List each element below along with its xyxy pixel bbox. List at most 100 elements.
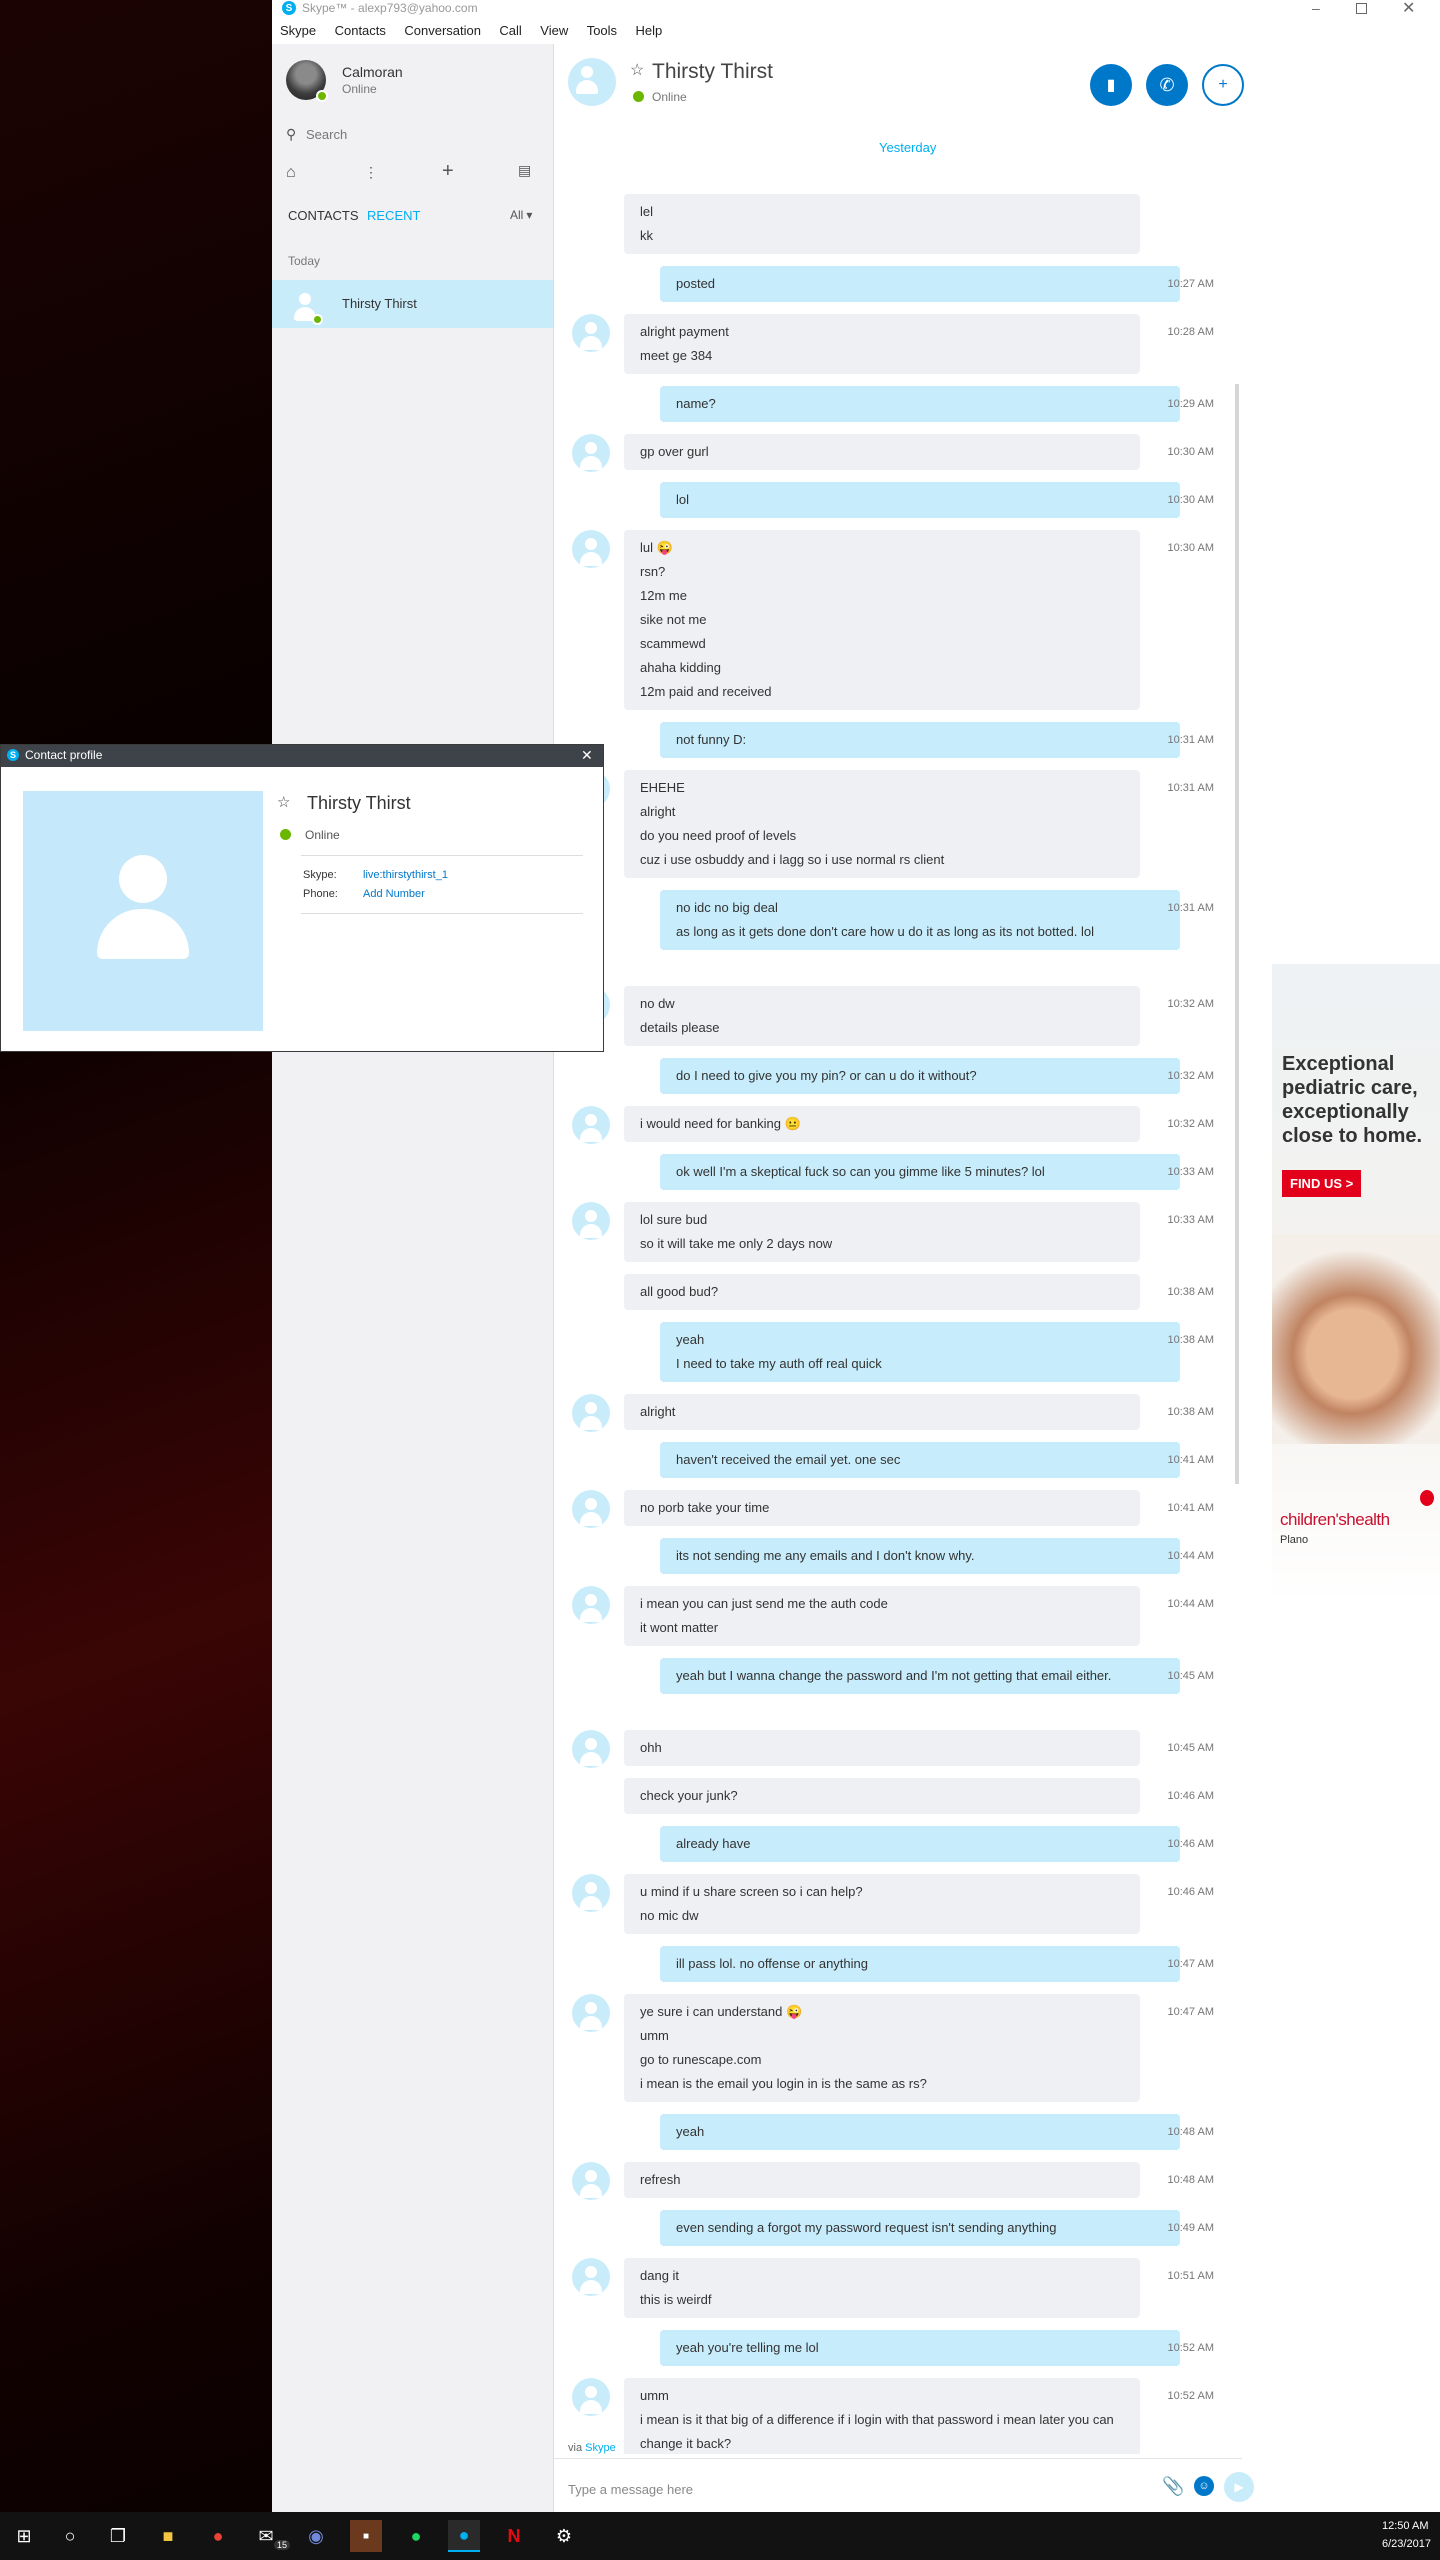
incoming-message[interactable]: all good bud?: [624, 1274, 1140, 1310]
ad-banner[interactable]: Exceptional pediatric care, exceptionall…: [1272, 964, 1440, 1604]
search-input[interactable]: Search: [306, 127, 347, 142]
profile-skype-value[interactable]: live:thirstythirst_1: [363, 869, 448, 881]
send-button[interactable]: ▶: [1224, 2472, 1254, 2502]
message-avatar[interactable]: [572, 1874, 610, 1912]
attach-file-icon[interactable]: 📎: [1162, 2476, 1184, 2497]
search-box[interactable]: ⚲ Search: [282, 122, 544, 148]
message-avatar[interactable]: [572, 1490, 610, 1528]
user-name[interactable]: Calmoran: [342, 64, 403, 80]
dialpad-icon[interactable]: ⋮: [364, 164, 378, 181]
tab-recent[interactable]: RECENT: [367, 208, 420, 223]
clock-date[interactable]: 6/23/2017: [1382, 2538, 1431, 2550]
message-avatar[interactable]: [572, 1730, 610, 1768]
outgoing-message[interactable]: do I need to give you my pin? or can u d…: [660, 1058, 1180, 1094]
audio-call-button[interactable]: ✆: [1146, 64, 1188, 106]
outgoing-message[interactable]: yeah I need to take my auth off real quic…: [660, 1322, 1180, 1382]
spotify-icon[interactable]: ●: [400, 2520, 432, 2552]
outgoing-message[interactable]: already have: [660, 1826, 1180, 1862]
filter-dropdown[interactable]: All ▾: [510, 208, 532, 222]
maximize-icon[interactable]: [1356, 3, 1367, 14]
incoming-message[interactable]: alright: [624, 1394, 1140, 1430]
clock-time[interactable]: 12:50 AM: [1382, 2520, 1428, 2532]
chat-contact-avatar[interactable]: [568, 58, 616, 106]
osbuddy-icon[interactable]: ■: [350, 2520, 382, 2552]
minimize-icon[interactable]: –: [1312, 0, 1320, 16]
settings-gear-icon[interactable]: ⚙: [548, 2520, 580, 2552]
add-people-button[interactable]: +: [1202, 64, 1244, 106]
video-call-button[interactable]: ▮: [1090, 64, 1132, 106]
message-avatar[interactable]: [572, 1394, 610, 1432]
menu-call[interactable]: Call: [499, 23, 521, 38]
incoming-message[interactable]: check your junk?: [624, 1778, 1140, 1814]
outgoing-message[interactable]: no idc no big deal as long as it gets don…: [660, 890, 1180, 950]
incoming-message[interactable]: no porb take your time: [624, 1490, 1140, 1526]
add-icon[interactable]: +: [442, 160, 454, 183]
incoming-message[interactable]: no dw details please: [624, 986, 1140, 1046]
menu-help[interactable]: Help: [636, 23, 663, 38]
user-status[interactable]: Online: [342, 82, 377, 96]
incoming-message[interactable]: refresh: [624, 2162, 1140, 2198]
favorite-star-icon[interactable]: ☆: [630, 60, 644, 80]
task-view-icon[interactable]: ❐: [102, 2520, 134, 2552]
incoming-message[interactable]: alright payment meet ge 384: [624, 314, 1140, 374]
menu-skype[interactable]: Skype: [280, 23, 316, 38]
outgoing-message[interactable]: yeah you're telling me lol: [660, 2330, 1180, 2366]
incoming-message[interactable]: dang it this is weirdf: [624, 2258, 1140, 2318]
close-window-icon[interactable]: ✕: [1402, 0, 1415, 18]
chat-contact-name[interactable]: Thirsty Thirst: [652, 60, 773, 84]
message-avatar[interactable]: [572, 1994, 610, 2032]
skype-taskbar-icon[interactable]: ●: [448, 2520, 480, 2552]
home-icon[interactable]: ⌂: [286, 164, 296, 182]
message-avatar[interactable]: [572, 434, 610, 472]
ad-cta-button[interactable]: FIND US >: [1282, 1170, 1362, 1197]
message-avatar[interactable]: [572, 314, 610, 352]
outgoing-message[interactable]: yeah but I wanna change the password and…: [660, 1658, 1180, 1694]
incoming-message[interactable]: ohh: [624, 1730, 1140, 1766]
start-windows-icon[interactable]: ⊞: [8, 2520, 40, 2552]
chrome-icon[interactable]: ●: [202, 2520, 234, 2552]
message-avatar[interactable]: [572, 2162, 610, 2200]
contacts-book-icon[interactable]: ▤: [518, 162, 531, 179]
message-avatar[interactable]: [572, 1106, 610, 1144]
netflix-icon[interactable]: N: [498, 2520, 530, 2552]
outgoing-message[interactable]: not funny D:: [660, 722, 1180, 758]
message-avatar[interactable]: [572, 2378, 610, 2416]
file-explorer-icon[interactable]: ■: [152, 2520, 184, 2552]
tab-contacts[interactable]: CONTACTS: [288, 208, 359, 223]
message-input[interactable]: Type a message here: [568, 2482, 693, 2497]
outgoing-message[interactable]: its not sending me any emails and I don'…: [660, 1538, 1180, 1574]
outgoing-message[interactable]: haven't received the email yet. one sec: [660, 1442, 1180, 1478]
profile-close-icon[interactable]: ✕: [581, 747, 593, 764]
discord-icon[interactable]: ◉: [300, 2520, 332, 2552]
incoming-message[interactable]: EHEHE alright do you need proof of levels c…: [624, 770, 1140, 878]
incoming-message[interactable]: ye sure i can understand 😜 umm go to runes…: [624, 1994, 1140, 2102]
message-avatar[interactable]: [572, 530, 610, 568]
outgoing-message[interactable]: ok well I'm a skeptical fuck so can you …: [660, 1154, 1180, 1190]
message-avatar[interactable]: [572, 1202, 610, 1240]
incoming-message[interactable]: i mean you can just send me the auth cod…: [624, 1586, 1140, 1646]
incoming-message[interactable]: umm i mean is it that big of a difference…: [624, 2378, 1140, 2454]
incoming-message[interactable]: u mind if u share screen so i can help? n…: [624, 1874, 1140, 1934]
outgoing-message[interactable]: yeah: [660, 2114, 1180, 2150]
menu-tools[interactable]: Tools: [587, 23, 617, 38]
cortana-search-icon[interactable]: ○: [54, 2520, 86, 2552]
emoticon-icon[interactable]: ☺: [1194, 2476, 1214, 2496]
profile-star-icon[interactable]: ☆: [277, 793, 290, 811]
message-avatar[interactable]: [572, 2258, 610, 2296]
incoming-message[interactable]: lol sure bud so it will take me only 2 da…: [624, 1202, 1140, 1262]
via-skype-link[interactable]: Skype: [585, 2442, 616, 2454]
recent-item-thirsty-thirst[interactable]: Thirsty Thirst: [272, 280, 553, 328]
outgoing-message[interactable]: ill pass lol. no offense or anything: [660, 1946, 1180, 1982]
outgoing-message[interactable]: name?: [660, 386, 1180, 422]
outgoing-message[interactable]: even sending a forgot my password reques…: [660, 2210, 1180, 2246]
menu-conversation[interactable]: Conversation: [404, 23, 481, 38]
incoming-message[interactable]: i would need for banking 😐: [624, 1106, 1140, 1142]
menu-contacts[interactable]: Contacts: [335, 23, 386, 38]
menu-view[interactable]: View: [540, 23, 568, 38]
incoming-message[interactable]: lel kk: [624, 194, 1140, 254]
outgoing-message[interactable]: posted: [660, 266, 1180, 302]
outgoing-message[interactable]: lol: [660, 482, 1180, 518]
add-number-link[interactable]: Add Number: [363, 888, 425, 900]
incoming-message[interactable]: gp over gurl: [624, 434, 1140, 470]
message-avatar[interactable]: [572, 1586, 610, 1624]
